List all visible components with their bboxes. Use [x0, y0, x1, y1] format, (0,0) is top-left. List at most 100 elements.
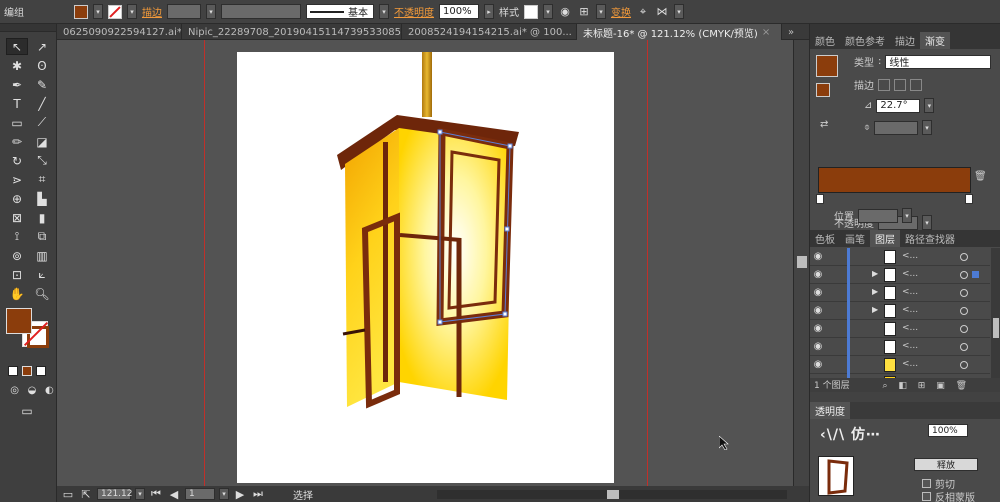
expand-icon[interactable]: ▶ — [872, 287, 878, 296]
column-graph-tool-icon[interactable]: ▥ — [31, 247, 53, 264]
stroke-dropdown-arrow[interactable]: ▾ — [127, 4, 137, 19]
opacity-arrow[interactable]: ▸ — [484, 4, 494, 19]
eraser-tool-icon[interactable]: ◪ — [31, 133, 53, 150]
fill-dropdown-arrow[interactable]: ▾ — [93, 4, 103, 19]
tab-color-guide[interactable]: 颜色参考 — [840, 32, 890, 49]
layer-row[interactable]: ◉ ▶ <... — [810, 284, 990, 302]
aspect-arrow[interactable]: ▾ — [922, 120, 932, 135]
perspective-grid-tool-icon[interactable]: ▙ — [31, 190, 53, 207]
zoom-arrow[interactable]: ▾ — [135, 488, 145, 500]
stroke-weight-field[interactable] — [167, 4, 201, 19]
selection-handle[interactable] — [502, 311, 508, 317]
layers-scroll-thumb[interactable] — [993, 318, 999, 338]
lasso-tool-icon[interactable]: ʘ — [31, 57, 53, 74]
reverse-gradient-icon[interactable]: ⇄ — [820, 119, 828, 130]
first-artboard-icon[interactable]: ⏮ — [149, 487, 163, 501]
eye-icon[interactable]: ◉ — [810, 305, 826, 316]
prev-artboard-icon[interactable]: ◀ — [167, 487, 181, 501]
canvas-area[interactable] — [57, 40, 809, 486]
style-arrow[interactable]: ▾ — [543, 4, 553, 19]
zoom-field[interactable]: 121.12 — [97, 488, 133, 500]
recolor-icon[interactable]: ◉ — [558, 5, 572, 19]
layer-row[interactable]: ◉<... — [810, 320, 990, 338]
tab-brushes[interactable]: 画笔 — [840, 230, 870, 247]
stroke-swatch[interactable] — [108, 4, 122, 19]
target-icon[interactable] — [960, 325, 968, 333]
object-thumbnail[interactable] — [818, 456, 854, 496]
tab-pathfinder[interactable]: 路径查找器 — [900, 230, 960, 247]
selection-handle[interactable] — [504, 226, 510, 232]
stop-position-field[interactable] — [858, 208, 898, 223]
layers-scrollbar[interactable] — [991, 248, 1000, 378]
gradient-tool-icon[interactable]: ▮ — [31, 209, 53, 226]
transparency-opacity-field[interactable]: 100% — [928, 424, 968, 437]
layer-row[interactable]: ◉ ▶ <... — [810, 302, 990, 320]
gradient-mode-icon[interactable] — [22, 366, 32, 376]
shape-builder-tool-icon[interactable]: ⊕ — [6, 190, 28, 207]
stroke-weight-arrow[interactable]: ▾ — [206, 4, 216, 19]
curvature-tool-icon[interactable]: ✎ — [31, 76, 53, 93]
tab-transparency[interactable]: 透明度 — [810, 402, 850, 419]
style-swatch[interactable] — [524, 4, 538, 19]
horizontal-scroll-thumb[interactable] — [607, 490, 619, 499]
invert-mask-checkbox[interactable] — [922, 492, 931, 501]
arrange-icon[interactable]: ⋈ — [655, 5, 669, 19]
delete-stop-icon[interactable]: 🗑︎ — [974, 171, 987, 182]
gradient-stop-right[interactable] — [965, 194, 973, 204]
more-tabs-icon[interactable]: » — [782, 24, 802, 40]
eye-icon[interactable]: ◉ — [810, 251, 826, 262]
screen-mode-icon[interactable]: ▭ — [16, 402, 38, 419]
eyedropper-tool-icon[interactable]: ⟟ — [6, 228, 28, 245]
stroke-profile-arrow[interactable]: ▾ — [379, 4, 389, 19]
gradient-fill-small[interactable] — [816, 83, 830, 97]
variable-width-dropdown[interactable] — [221, 4, 301, 19]
tab-gradient[interactable]: 渐变 — [920, 32, 950, 49]
none-mode-icon[interactable] — [36, 366, 46, 376]
eye-icon[interactable]: ◉ — [810, 341, 826, 352]
selection-handle[interactable] — [507, 143, 513, 149]
artboard[interactable] — [237, 52, 614, 483]
target-icon[interactable] — [960, 253, 968, 261]
share-icon[interactable]: ⇱ — [79, 487, 93, 501]
target-icon[interactable] — [960, 343, 968, 351]
expand-icon[interactable]: ▶ — [872, 305, 878, 314]
last-artboard-icon[interactable]: ⏭ — [251, 487, 265, 501]
delete-layer-icon[interactable]: 🗑︎ — [956, 381, 967, 391]
direct-selection-tool-icon[interactable]: ↗ — [31, 38, 53, 55]
lantern-artwork[interactable] — [237, 52, 614, 483]
tab-color[interactable]: 颜色 — [810, 32, 840, 49]
opacity-field[interactable]: 100% — [439, 4, 479, 19]
gradient-type-dropdown[interactable]: 线性 — [885, 54, 992, 69]
expand-icon[interactable]: ▶ — [872, 269, 878, 278]
rotate-tool-icon[interactable]: ↻ — [6, 152, 28, 169]
mesh-tool-icon[interactable]: ⊠ — [6, 209, 28, 226]
stroke-gradient-icon-3[interactable] — [910, 78, 922, 91]
artboard-arrow[interactable]: ▾ — [219, 488, 229, 500]
fill-stroke-widget[interactable] — [4, 308, 56, 352]
pencil-tool-icon[interactable]: ✏ — [6, 133, 28, 150]
symbol-sprayer-tool-icon[interactable]: ⊚ — [6, 247, 28, 264]
new-sublayer-icon[interactable]: ⊞ — [918, 381, 926, 391]
selection-handle[interactable] — [437, 129, 443, 135]
free-transform-tool-icon[interactable]: ⌗ — [31, 171, 53, 188]
fill-swatch[interactable] — [74, 4, 88, 19]
artboard-tool-icon[interactable]: ⊡ — [6, 266, 28, 283]
close-icon[interactable]: × — [762, 27, 770, 38]
status-menu-icon[interactable]: ▭ — [61, 487, 75, 501]
draw-inside-icon[interactable]: ◐ — [43, 384, 56, 396]
stop-opacity-arrow[interactable]: ▾ — [922, 215, 932, 230]
scale-tool-icon[interactable]: ⤡ — [31, 152, 53, 169]
new-layer-icon[interactable]: ▣ — [936, 381, 945, 391]
rectangle-tool-icon[interactable]: ▭ — [6, 114, 28, 131]
draw-normal-icon[interactable]: ◎ — [8, 384, 21, 396]
magic-wand-tool-icon[interactable]: ✱ — [6, 57, 28, 74]
opacity-label[interactable]: 不透明度 — [394, 4, 434, 19]
layer-row[interactable]: ◉<... — [810, 338, 990, 356]
draw-behind-icon[interactable]: ◒ — [25, 384, 38, 396]
type-tool-icon[interactable]: T — [6, 95, 28, 112]
tab-stroke[interactable]: 描边 — [890, 32, 920, 49]
zoom-tool-icon[interactable]: 🔍︎ — [31, 285, 53, 302]
doc-tab-3[interactable]: 2008524194154215.ai* @ 100...× — [402, 24, 577, 40]
blend-tool-icon[interactable]: ⧉ — [31, 228, 53, 245]
clip-checkbox[interactable] — [922, 479, 931, 488]
